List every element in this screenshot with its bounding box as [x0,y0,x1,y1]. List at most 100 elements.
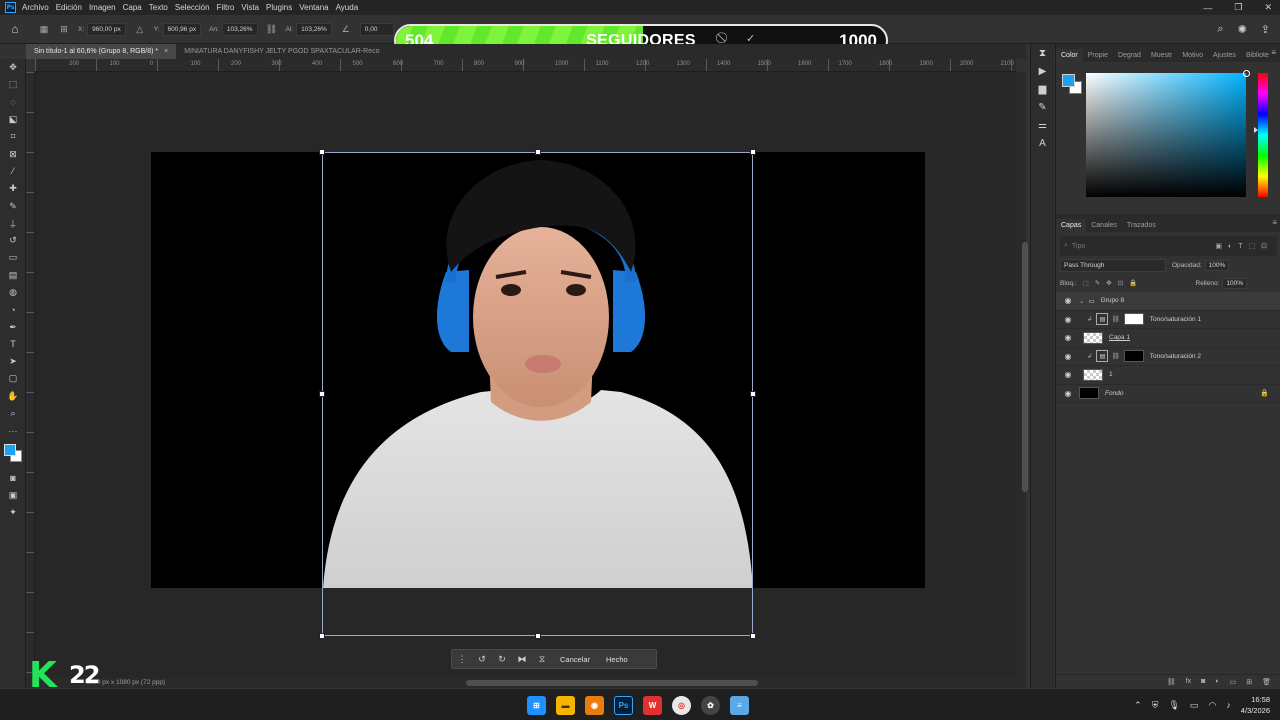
delta-icon[interactable]: △ [134,23,146,35]
panel-foreground-color[interactable] [1062,74,1075,87]
rotate-right-icon[interactable]: ↻ [492,654,512,665]
x-input[interactable]: 960,00 px [87,22,126,36]
horizontal-ruler[interactable]: 200 100 0 100 200 300 400 500 600 700 800 900 1000 11… [35,59,1054,72]
new-group-icon[interactable]: ▭ [1230,678,1237,686]
move-tool-icon[interactable]: ✥ [0,59,26,76]
brush-tool-icon[interactable]: ✎ [0,197,26,214]
tab-ajustes[interactable]: Ajustes [1208,49,1241,62]
rectangle-tool-icon[interactable]: ▢ [0,370,26,387]
menu-plugins[interactable]: Plugins [266,3,292,12]
opacity-input[interactable]: 100% [1204,259,1230,271]
menu-texto[interactable]: Texto [149,3,168,12]
more-tools-icon[interactable]: ··· [0,422,26,439]
layer-row-tono-saturacion-1[interactable]: ◉ ↲ ▤ ⛓ Tono/saturación 1 [1056,311,1280,329]
eraser-tool-icon[interactable]: ▭ [0,249,26,266]
adjustments-icon[interactable]: ⚌ [1031,116,1054,134]
stamp-tool-icon[interactable]: ⍊ [0,215,26,232]
delete-layer-icon[interactable]: 🗑 [1262,678,1271,686]
photoshop-taskbar-icon[interactable]: Ps [614,696,633,715]
tab-capas[interactable]: Capas [1056,219,1087,232]
mask-link-icon[interactable]: ⛓ [1111,315,1119,323]
layer-name[interactable]: Capa 1 [1109,334,1130,341]
cancel-button[interactable]: Cancelar [560,655,590,664]
hue-slider-arrow[interactable] [1254,127,1258,133]
minimize-icon[interactable]: — [1203,3,1212,13]
screen-mode-icon[interactable]: ▣ [0,487,26,504]
transform-handle-top-left[interactable] [319,149,325,155]
visibility-eye-icon[interactable]: ◉ [1061,333,1075,342]
done-button[interactable]: Hecho [606,655,628,664]
layer-row-grupo-8[interactable]: ◉ ⌄ ▭ Grupo 8 [1056,292,1280,311]
tab-propiedades[interactable]: Propie [1083,49,1113,62]
menu-ventana[interactable]: Ventana [299,3,328,12]
lasso-tool-icon[interactable]: ◌ [0,94,26,111]
blender-icon[interactable]: ◉ [585,696,604,715]
actions-play-icon[interactable]: ▶ [1031,62,1054,80]
transform-mode-icon[interactable]: ▦ [38,23,50,35]
layer-mask-thumbnail[interactable] [1123,313,1144,326]
height-input[interactable]: 103,26% [296,22,332,36]
zoom-tool-icon[interactable]: ⌕ [0,405,26,422]
menu-capa[interactable]: Capa [123,3,142,12]
panel-menu-icon[interactable]: ≡ [1271,48,1276,57]
history-icon[interactable]: ⧗ [1031,44,1054,62]
microphone-icon[interactable]: 🎙 [1168,700,1179,711]
link-layers-icon[interactable]: ⛓ [1167,678,1176,686]
y-input[interactable]: 600,96 px [162,22,202,36]
transform-handle-top-right[interactable] [750,149,756,155]
object-select-tool-icon[interactable]: ⬕ [0,111,26,128]
quick-mask-icon[interactable]: ◙ [0,470,26,487]
menu-vista[interactable]: Vista [241,3,259,12]
link-icon[interactable]: ⛓ [266,23,278,35]
reference-point-icon[interactable]: ⊞ [58,23,70,35]
flip-vertical-icon[interactable]: ⧖ [532,654,552,665]
tab-muestras[interactable]: Muestr [1146,49,1177,62]
drag-handle-icon[interactable]: ⋮ [452,654,472,665]
eyedropper-tool-icon[interactable]: ⁄ [0,163,26,180]
layer-name[interactable]: 1 [1109,371,1113,378]
dodge-tool-icon[interactable]: ◔ [0,301,26,318]
layer-row-tono-saturacion-2[interactable]: ◉ ↲ ▤ ⛓ Tono/saturación 2 [1056,348,1280,366]
flip-horizontal-icon[interactable]: ⧓ [512,654,532,665]
monitor-icon[interactable]: ▭ [1190,700,1199,711]
security-icon[interactable]: ⛨ [1152,700,1159,711]
visibility-eye-icon[interactable]: ◉ [1061,370,1075,379]
menu-ayuda[interactable]: Ayuda [336,3,359,12]
path-select-tool-icon[interactable]: ➤ [0,353,26,370]
layer-name[interactable]: Grupo 8 [1101,297,1125,304]
transform-handle-bottom-left[interactable] [319,633,325,639]
color-swatches[interactable] [0,440,26,470]
glyphs-icon[interactable]: A [1031,134,1054,152]
menu-filtro[interactable]: Filtro [217,3,235,12]
layer-mask-thumbnail[interactable] [1123,350,1144,363]
close-tab-icon[interactable]: × [164,48,168,55]
fill-input[interactable]: 100% [1222,277,1247,289]
foreground-color[interactable] [4,443,16,456]
tab-bibliotecas[interactable]: Bibliote [1241,49,1274,62]
volume-icon[interactable]: ♪ [1226,700,1231,710]
frame-tool-icon[interactable]: ⊠ [0,145,26,162]
color-field-cursor[interactable] [1243,70,1250,77]
visibility-eye-icon[interactable]: ◉ [1061,315,1075,324]
vertical-scroll-thumb[interactable] [1022,242,1028,492]
history-brush-tool-icon[interactable]: ↺ [0,232,26,249]
tab-sin-titulo[interactable]: Sin título-1 al 60,6% (Grupo 8, RGB/8) *… [26,44,177,59]
hue-slider[interactable] [1254,73,1268,197]
healing-tool-icon[interactable]: ✚ [0,180,26,197]
menu-edicion[interactable]: Edición [56,3,82,12]
pen-tool-icon[interactable]: ✒ [0,318,26,335]
tab-motivos[interactable]: Motivo [1177,49,1208,62]
close-icon[interactable]: ✕ [1264,2,1272,13]
vertical-ruler[interactable] [26,72,35,678]
tab-canales[interactable]: Canales [1086,219,1122,232]
color-field[interactable] [1086,70,1250,197]
blend-mode-select[interactable]: Pass Through [1060,258,1166,272]
vertical-scrollbar[interactable] [1016,72,1028,678]
add-mask-icon[interactable]: ◙ [1201,678,1205,685]
tab-degradados[interactable]: Degrad [1113,49,1146,62]
width-input[interactable]: 103,26% [221,22,258,36]
blur-tool-icon[interactable]: ◍ [0,284,26,301]
type-tool-icon[interactable]: T [0,336,26,353]
windows-start-icon[interactable]: ⊞ [527,696,546,715]
layer-filter-icons[interactable]: ▣◐T⬚⊡ [1215,242,1273,250]
